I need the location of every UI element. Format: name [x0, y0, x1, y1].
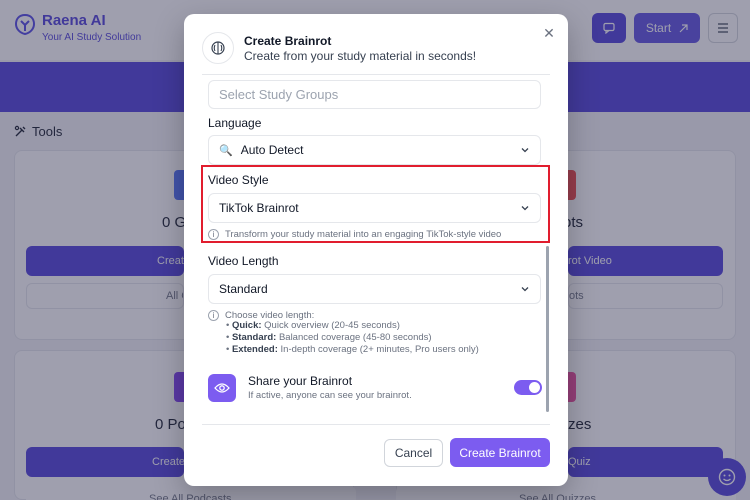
share-title: Share your Brainrot	[248, 374, 353, 388]
video-style-select[interactable]: TikTok Brainrot	[208, 193, 541, 223]
dialog-scrollbar[interactable]	[546, 246, 549, 412]
toggle-knob	[529, 382, 540, 393]
create-brainrot-dialog: Create Brainrot Create from your study m…	[184, 14, 568, 486]
video-length-label: Video Length	[208, 254, 279, 268]
info-icon: i	[208, 310, 219, 321]
chevron-down-icon	[521, 206, 529, 211]
video-length-value: Standard	[219, 282, 268, 296]
create-brainrot-button[interactable]: Create Brainrot	[450, 438, 550, 467]
share-description: If active, anyone can see your brainrot.	[248, 390, 412, 401]
dialog-title: Create Brainrot	[244, 34, 332, 48]
brain-icon	[202, 32, 234, 64]
video-length-options: • Quick: Quick overview (20-45 seconds) …	[226, 320, 479, 356]
magnifier-icon: 🔍	[219, 144, 233, 157]
cancel-button[interactable]: Cancel	[384, 439, 443, 467]
language-label: Language	[208, 116, 262, 130]
share-toggle[interactable]	[514, 380, 542, 395]
video-style-helper-text: Transform your study material into an en…	[225, 229, 502, 240]
video-style-helper: i Transform your study material into an …	[208, 229, 501, 241]
chevron-down-icon	[521, 287, 529, 292]
chevron-down-icon	[521, 148, 529, 153]
video-style-label: Video Style	[208, 173, 269, 187]
video-style-value: TikTok Brainrot	[219, 201, 299, 215]
length-option-extended: • Extended: In-depth coverage (2+ minute…	[226, 344, 479, 355]
language-select[interactable]: 🔍 Auto Detect	[208, 135, 541, 165]
close-icon[interactable]: ✕	[542, 26, 556, 40]
eye-icon	[208, 374, 236, 402]
dialog-subtitle: Create from your study material in secon…	[244, 49, 477, 63]
header-divider	[202, 74, 550, 75]
length-option-quick: • Quick: Quick overview (20-45 seconds)	[226, 320, 400, 331]
length-option-standard: • Standard: Balanced coverage (45-80 sec…	[226, 332, 432, 343]
footer-divider	[202, 424, 550, 425]
video-length-select[interactable]: Standard	[208, 274, 541, 304]
info-icon: i	[208, 229, 219, 240]
study-groups-select[interactable]: Select Study Groups	[208, 80, 541, 109]
language-value: Auto Detect	[240, 143, 304, 157]
study-groups-placeholder: Select Study Groups	[219, 87, 339, 102]
